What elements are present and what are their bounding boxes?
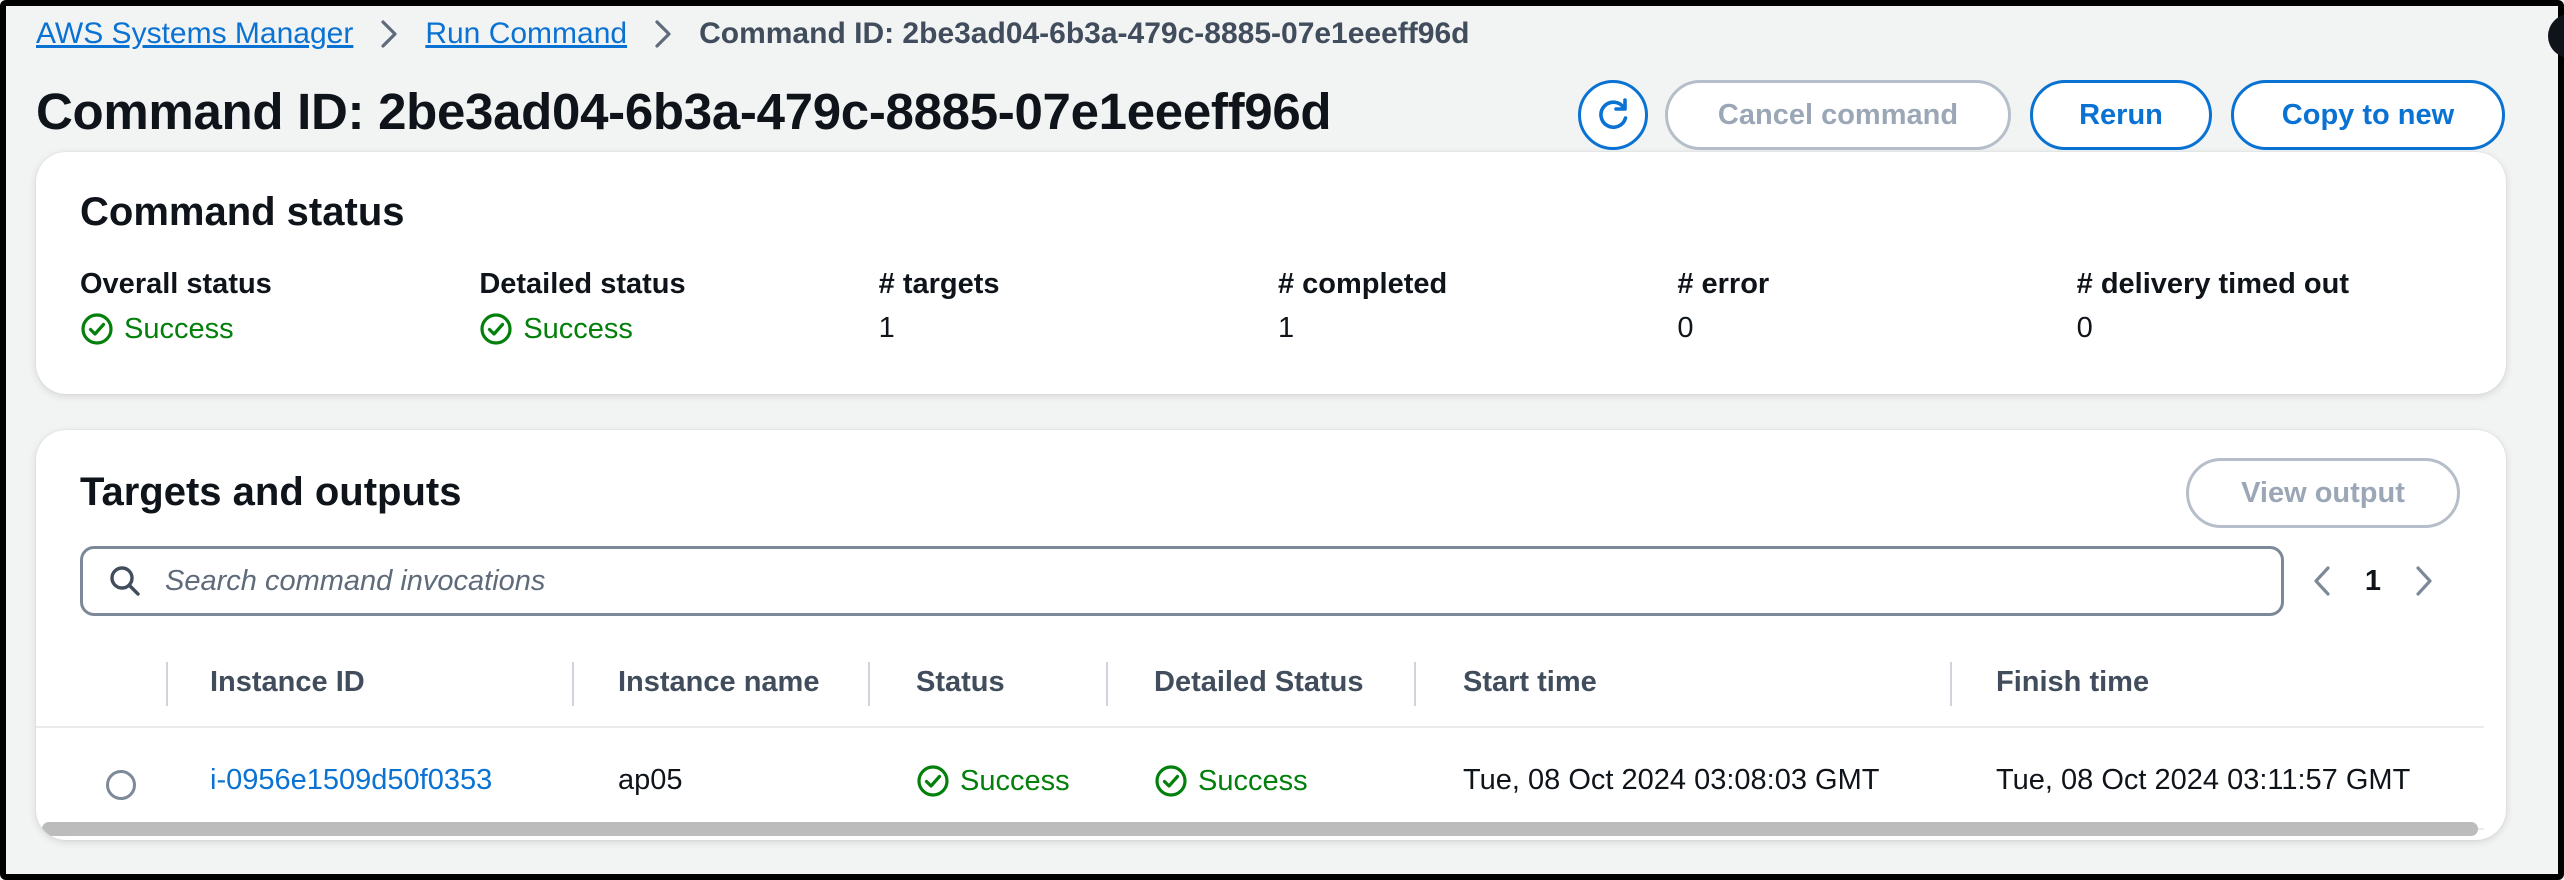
- command-status-title: Command status: [80, 190, 405, 234]
- timed-out-count-label: # delivery timed out: [2076, 268, 2349, 300]
- status-value: Success: [960, 764, 1070, 797]
- column-divider: [1106, 662, 1108, 706]
- targets-outputs-card: Targets and outputs View output 1 Instan…: [36, 430, 2506, 840]
- view-output-button[interactable]: View output: [2186, 458, 2460, 528]
- completed-count-value: 1: [1277, 312, 1295, 344]
- detailed-status-label: Detailed status: [479, 268, 686, 300]
- column-divider: [868, 662, 870, 706]
- detailed-status-cell: Success: [1154, 764, 1308, 798]
- search-box[interactable]: [80, 546, 2284, 616]
- breadcrumb: AWS Systems Manager Run Command Command …: [36, 14, 1469, 54]
- page-number[interactable]: 1: [2348, 565, 2398, 598]
- completed-count-field: # completed 1: [1278, 268, 1677, 346]
- horizontal-scrollbar[interactable]: [42, 822, 2478, 836]
- targets-count-field: # targets 1: [879, 268, 1278, 346]
- timed-out-count-value: 0: [2076, 312, 2093, 344]
- chevron-right-icon[interactable]: [2398, 556, 2450, 606]
- detailed-status-field: Detailed status Success: [479, 268, 878, 346]
- success-icon: [480, 313, 512, 345]
- chevron-right-icon: [353, 19, 425, 49]
- column-header-start-time[interactable]: Start time: [1463, 666, 1597, 699]
- page-title: Command ID: 2be3ad04-6b3a-479c-8885-07e1…: [36, 83, 1332, 140]
- breadcrumb-link-run-command[interactable]: Run Command: [425, 17, 627, 51]
- error-count-label: # error: [1677, 268, 1770, 300]
- column-header-status[interactable]: Status: [916, 666, 1005, 699]
- window-edge-tab: [2548, 14, 2564, 58]
- targets-count-value: 1: [878, 312, 895, 344]
- overall-status-value: Success: [124, 312, 234, 345]
- copy-to-new-button[interactable]: Copy to new: [2231, 80, 2505, 150]
- completed-count-label: # completed: [1277, 268, 1448, 300]
- pagination: 1: [2296, 556, 2450, 606]
- column-header-instance-id[interactable]: Instance ID: [210, 666, 365, 699]
- row-select-radio[interactable]: [106, 770, 136, 800]
- column-divider: [166, 662, 168, 706]
- detailed-status-value: Success: [1198, 764, 1308, 797]
- refresh-button[interactable]: [1578, 80, 1648, 150]
- search-input[interactable]: [163, 563, 2167, 599]
- column-divider: [572, 662, 574, 706]
- search-icon: [110, 566, 140, 596]
- chevron-left-icon[interactable]: [2296, 556, 2348, 606]
- column-divider: [1414, 662, 1416, 706]
- targets-count-label: # targets: [878, 268, 1000, 300]
- table-header: Instance ID Instance name Status Detaile…: [36, 642, 2484, 728]
- status-grid: Overall status Success Detailed status S…: [80, 268, 2476, 346]
- cancel-command-button[interactable]: Cancel command: [1665, 80, 2011, 150]
- instance-id-link[interactable]: i-0956e1509d50f0353: [210, 764, 492, 797]
- breadcrumb-current: Command ID: 2be3ad04-6b3a-479c-8885-07e1…: [699, 17, 1470, 50]
- targets-outputs-title: Targets and outputs: [80, 470, 462, 514]
- error-count-field: # error 0: [1677, 268, 2076, 346]
- column-header-instance-name[interactable]: Instance name: [618, 666, 819, 699]
- error-count-value: 0: [1677, 312, 1694, 344]
- timed-out-count-field: # delivery timed out 0: [2077, 268, 2476, 346]
- success-icon: [917, 765, 949, 797]
- column-header-finish-time[interactable]: Finish time: [1996, 666, 2149, 699]
- overall-status-label: Overall status: [80, 268, 272, 300]
- success-icon: [81, 313, 113, 345]
- column-divider: [1950, 662, 1952, 706]
- instance-name-cell: ap05: [618, 764, 683, 796]
- overall-status-field: Overall status Success: [80, 268, 479, 346]
- table-row: i-0956e1509d50f0353 ap05 Success Success…: [36, 728, 2484, 830]
- start-time-cell: Tue, 08 Oct 2024 03:08:03 GMT: [1463, 764, 1880, 796]
- command-status-card: Command status Overall status Success De…: [36, 152, 2506, 394]
- finish-time-cell: Tue, 08 Oct 2024 03:11:57 GMT: [1996, 764, 2411, 796]
- column-header-detailed-status[interactable]: Detailed Status: [1154, 666, 1364, 699]
- success-icon: [1155, 765, 1187, 797]
- detailed-status-value: Success: [523, 312, 633, 345]
- refresh-icon: [1599, 98, 1628, 129]
- status-cell: Success: [916, 764, 1070, 798]
- chevron-right-icon: [627, 19, 699, 49]
- rerun-button[interactable]: Rerun: [2030, 80, 2212, 150]
- breadcrumb-link-systems-manager[interactable]: AWS Systems Manager: [36, 17, 353, 51]
